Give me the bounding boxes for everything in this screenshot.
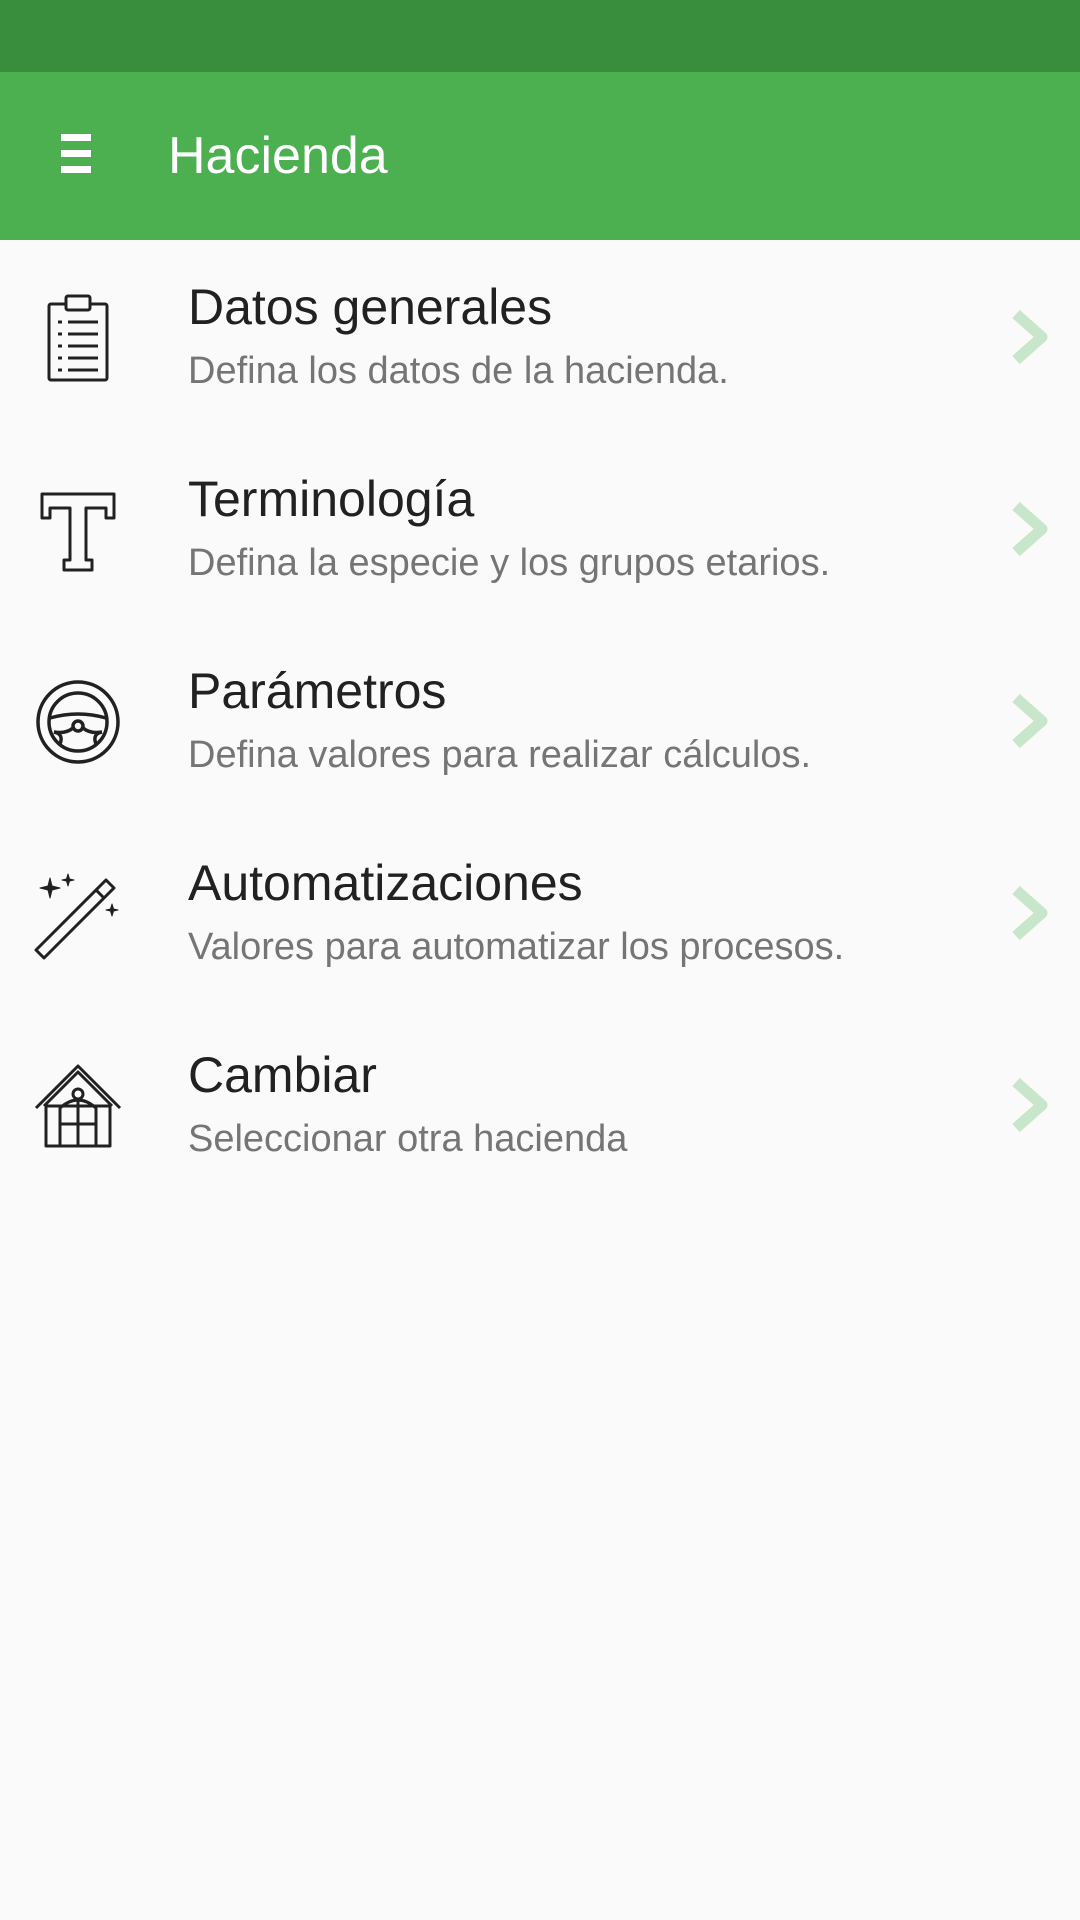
item-title: Terminología	[188, 471, 475, 527]
chevron-right-icon	[1008, 692, 1052, 750]
chevron-right-icon	[1008, 308, 1052, 366]
item-subtitle: Defina valores para realizar cálculos.	[188, 734, 812, 776]
item-subtitle: Defina los datos de la hacienda.	[188, 350, 729, 392]
item-subtitle: Valores para automatizar los procesos.	[188, 926, 845, 968]
chevron-right-icon	[1008, 1076, 1052, 1134]
status-bar	[0, 0, 1080, 72]
list-item-parametros[interactable]: Parámetros Defina valores para realizar …	[0, 624, 1080, 816]
item-title: Cambiar	[188, 1047, 377, 1103]
clipboard-icon	[30, 290, 126, 386]
settings-list: Datos generales Defina los datos de la h…	[0, 240, 1080, 1200]
list-item-terminologia[interactable]: Terminología Defina la especie y los gru…	[0, 432, 1080, 624]
list-item-cambiar[interactable]: Cambiar Seleccionar otra hacienda	[0, 1008, 1080, 1200]
steering-wheel-icon	[30, 674, 126, 770]
chevron-right-icon	[1008, 500, 1052, 558]
chevron-right-icon	[1008, 884, 1052, 942]
item-title: Datos generales	[188, 279, 553, 335]
letter-t-icon	[30, 482, 126, 578]
page-title: Hacienda	[168, 127, 388, 185]
item-subtitle: Seleccionar otra hacienda	[188, 1118, 628, 1160]
magic-wand-icon	[30, 866, 126, 962]
list-item-automatizaciones[interactable]: Automatizaciones Valores para automatiza…	[0, 816, 1080, 1008]
item-title: Automatizaciones	[188, 855, 583, 911]
farmhouse-icon	[30, 1058, 126, 1154]
list-item-datos-generales[interactable]: Datos generales Defina los datos de la h…	[0, 240, 1080, 432]
item-subtitle: Defina la especie y los grupos etarios.	[188, 542, 831, 584]
hamburger-menu-icon[interactable]	[44, 122, 108, 186]
app-bar: Hacienda	[0, 72, 1080, 240]
item-title: Parámetros	[188, 663, 447, 719]
